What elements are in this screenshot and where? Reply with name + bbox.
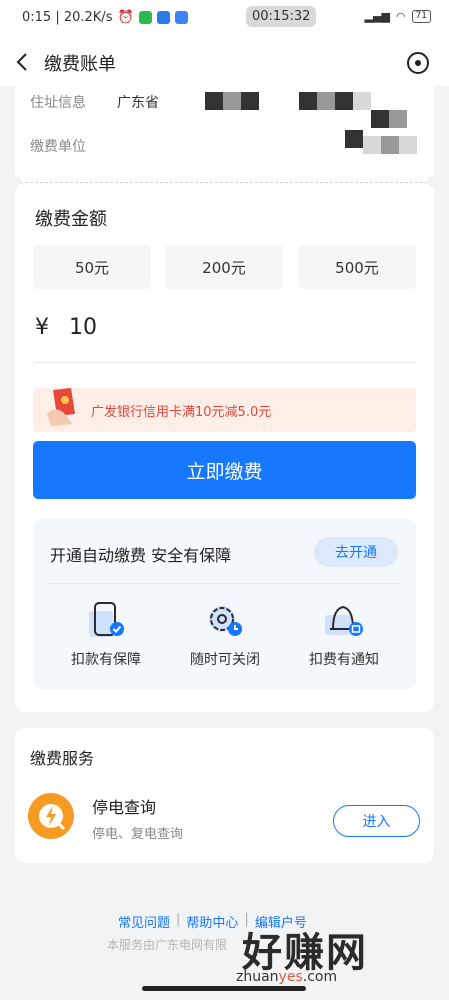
pay-now-button[interactable]: 立即缴费 xyxy=(33,441,416,499)
amount-option-50[interactable]: 50元 xyxy=(33,245,151,289)
watermark-url: zhuanyes.com xyxy=(236,969,337,985)
mosaic-block xyxy=(335,92,353,110)
feature-closable: 随时可关闭 xyxy=(170,601,280,669)
watermark-url-part: .com xyxy=(302,969,338,985)
currency-symbol: ¥ xyxy=(35,315,49,340)
feature-guarantee: 扣款有保障 xyxy=(51,601,161,669)
mosaic-block xyxy=(353,92,371,110)
mosaic-block xyxy=(371,110,389,128)
auto-pay-box: 开通自动缴费 安全有保障 去开通 扣款有保障 随时可关闭 扣费有通知 xyxy=(33,519,416,689)
mosaic-block xyxy=(241,92,259,110)
mini-program-capsule[interactable] xyxy=(345,46,435,78)
phone-shield-icon xyxy=(89,602,124,637)
amount-option-500[interactable]: 500元 xyxy=(298,245,416,289)
enter-button[interactable]: 进入 xyxy=(333,805,420,837)
bell-notify-icon xyxy=(325,605,363,636)
amount-value[interactable]: 10 xyxy=(69,315,97,340)
home-indicator[interactable] xyxy=(142,986,306,991)
mosaic-block xyxy=(363,136,381,154)
watermark-url-part: zhuan xyxy=(236,969,279,985)
translate-icon xyxy=(174,11,188,24)
alarm-icon: ⏰ xyxy=(117,10,134,25)
footer-separator: | xyxy=(176,912,181,927)
enable-auto-pay-button[interactable]: 去开通 xyxy=(314,537,398,567)
back-arrow-icon[interactable] xyxy=(12,50,34,74)
footer-note: 本服务由广东电网有限 xyxy=(107,938,228,952)
mosaic-block xyxy=(399,136,417,154)
nav-header: 缴费账单 xyxy=(0,38,449,86)
app-notification-icon xyxy=(138,11,152,24)
auto-pay-title: 开通自动缴费 安全有保障 xyxy=(50,546,232,565)
signal-icon: ▂▄▆ xyxy=(364,10,390,23)
mosaic-block xyxy=(389,110,407,128)
amount-input[interactable]: ¥ 10 xyxy=(35,311,415,363)
amount-card: 缴费金额 50元 200元 500元 ¥ 10 广发银行信用卡满10元减5.0元… xyxy=(15,182,434,712)
page-title: 缴费账单 xyxy=(44,54,116,75)
mosaic-block xyxy=(381,136,399,154)
status-speed: 0:15 | 20.2K/s xyxy=(22,10,113,25)
address-label: 住址信息 xyxy=(30,95,86,111)
mosaic-block xyxy=(223,92,241,110)
mosaic-block xyxy=(317,92,335,110)
service-card: 缴费服务 停电查询 停电、复电查询 进入 xyxy=(15,728,434,863)
mosaic-block xyxy=(205,92,223,110)
amount-option-200[interactable]: 200元 xyxy=(165,245,283,289)
feature-notify: 扣费有通知 xyxy=(289,601,399,669)
app-notification-icon xyxy=(156,11,170,24)
status-bar: 0:15 | 20.2K/s ⏰ 00:15:32 ▂▄▆ ◠ 71 xyxy=(0,0,449,38)
feature-label: 扣费有通知 xyxy=(309,652,379,668)
gear-clock-icon xyxy=(209,606,242,636)
close-target-icon[interactable] xyxy=(405,50,431,76)
unit-label: 缴费单位 xyxy=(30,139,86,155)
status-right: ▂▄▆ ◠ 71 xyxy=(365,10,431,23)
service-name: 停电查询 xyxy=(92,798,157,817)
footer-link-help[interactable]: 帮助中心 xyxy=(186,912,238,931)
feature-label: 扣款有保障 xyxy=(71,652,141,668)
wifi-icon: ◠ xyxy=(395,10,406,23)
amount-title: 缴费金额 xyxy=(35,209,107,230)
watermark-url-accent: yes xyxy=(278,969,303,985)
address-card: 住址信息 广东省 缴费单位 xyxy=(15,86,434,182)
status-clock: 00:15:32 xyxy=(246,6,317,27)
feature-label: 随时可关闭 xyxy=(190,652,260,668)
mosaic-block xyxy=(299,92,317,110)
battery-icon: 71 xyxy=(411,10,431,23)
service-desc: 停电、复电查询 xyxy=(92,827,184,842)
address-value: 广东省 xyxy=(117,95,159,111)
mosaic-block xyxy=(345,130,363,148)
promo-banner[interactable]: 广发银行信用卡满10元减5.0元 xyxy=(33,388,416,432)
promo-text: 广发银行信用卡满10元减5.0元 xyxy=(91,405,272,420)
red-envelope-icon xyxy=(47,388,75,426)
service-title: 缴费服务 xyxy=(30,749,95,768)
footer-link-faq[interactable]: 常见问题 xyxy=(118,912,170,931)
status-left: 0:15 | 20.2K/s ⏰ xyxy=(22,10,188,25)
power-outage-icon xyxy=(28,793,74,839)
divider xyxy=(50,583,399,584)
